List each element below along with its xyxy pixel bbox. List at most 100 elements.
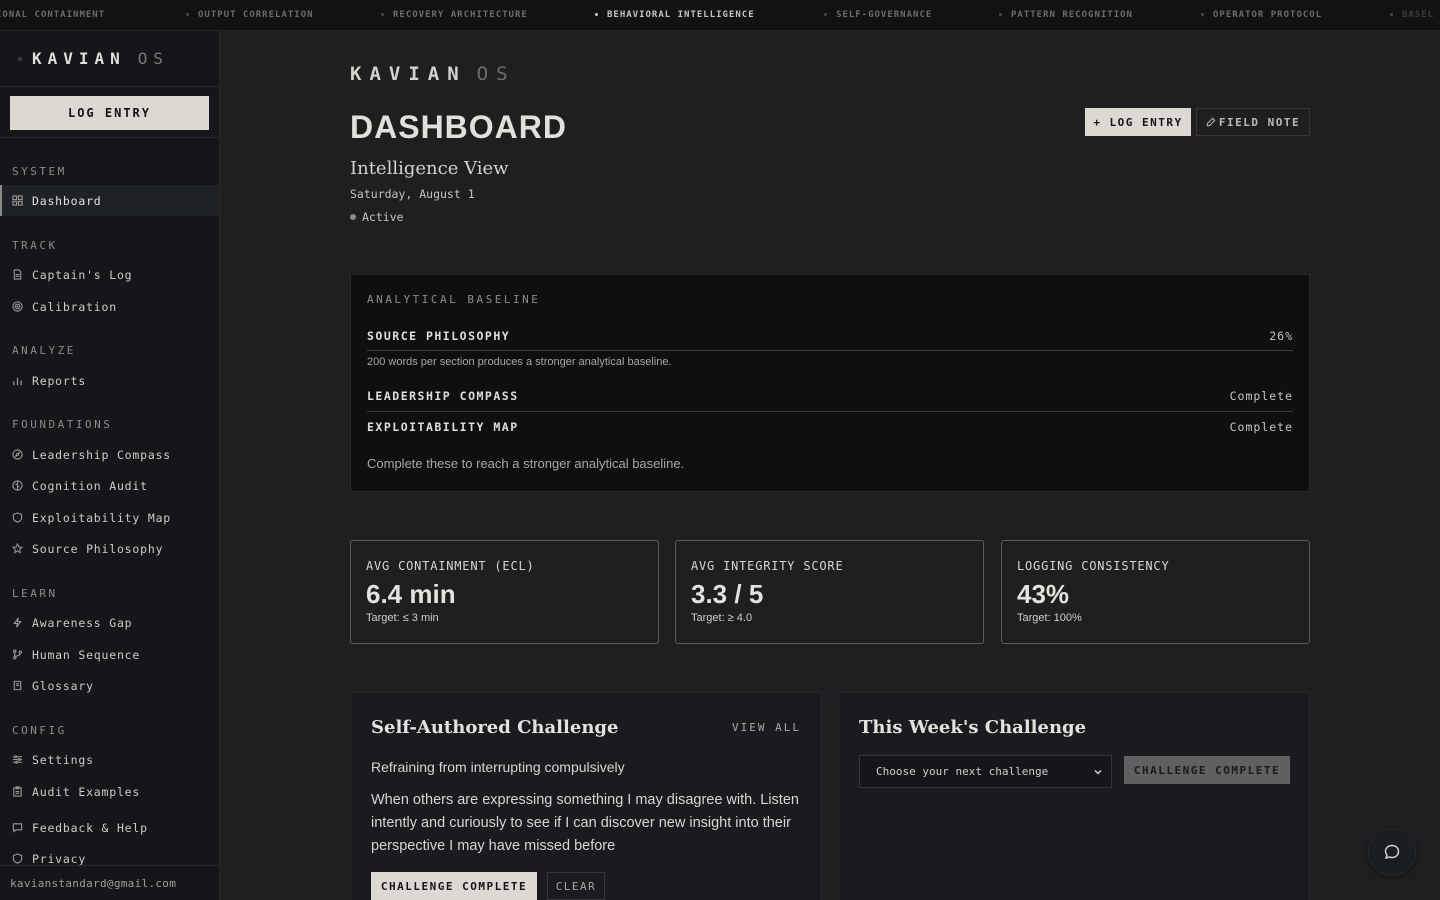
baseline-title: ANALYTICAL BASELINE — [367, 293, 541, 306]
challenge-complete-button[interactable]: CHALLENGE COMPLETE — [371, 872, 537, 900]
sidebar-item-label: Source Philosophy — [32, 541, 164, 556]
stat-label: AVG INTEGRITY SCORE — [691, 559, 844, 573]
sidebar-item-audit-examples[interactable]: Audit Examples — [0, 776, 219, 807]
main-content: KAVIAN OS DASHBOARD Intelligence View Sat… — [220, 31, 1440, 900]
baseline-row-exploitability-map[interactable]: EXPLOITABILITY MAP Complete — [367, 420, 1293, 434]
ticker-dot — [186, 13, 189, 16]
brand-name: KAVIAN — [32, 49, 126, 68]
target-icon — [12, 301, 23, 312]
sidebar-item-label: Audit Examples — [32, 784, 141, 799]
bar-chart-icon — [12, 375, 23, 386]
document-icon — [12, 269, 23, 280]
sidebar: KAVIAN OS LOG ENTRY SYSTEM Dashboard TRA… — [0, 31, 220, 900]
sidebar-brand[interactable]: KAVIAN OS — [0, 31, 219, 87]
section-title-analyze: ANALYZE — [12, 344, 76, 357]
baseline-row-value: Complete — [1229, 420, 1293, 434]
current-date: Saturday, August 1 — [350, 187, 475, 201]
sidebar-item-reports[interactable]: Reports — [0, 365, 219, 396]
shield-icon — [12, 853, 23, 864]
branch-icon — [12, 649, 23, 660]
sidebar-item-label: Settings — [32, 752, 94, 767]
status-dot — [350, 214, 356, 220]
weekly-challenge-card: This Week's Challenge Choose your next c… — [838, 692, 1310, 900]
brand-suffix: OS — [137, 49, 170, 68]
challenge-name: Refraining from interrupting compulsivel… — [371, 759, 625, 775]
section-title-learn: LEARN — [12, 587, 58, 600]
user-email[interactable]: kavianstandard@gmail.com — [0, 865, 219, 900]
stat-value: 3.3 / 5 — [691, 579, 764, 609]
shield-icon — [12, 512, 23, 523]
sidebar-item-label: Exploitability Map — [32, 510, 172, 525]
sidebar-item-label: Glossary — [32, 678, 94, 693]
baseline-row-value: Complete — [1229, 389, 1293, 403]
sidebar-item-cognition-audit[interactable]: Cognition Audit — [0, 470, 219, 501]
clipboard-icon — [12, 786, 23, 797]
sidebar-log-entry-button[interactable]: LOG ENTRY — [10, 96, 209, 130]
challenge-description: When others are expressing something I m… — [371, 792, 799, 854]
sidebar-item-exploitability-map[interactable]: Exploitability Map — [0, 502, 219, 533]
brand-dot — [18, 56, 22, 61]
ticker-dot — [999, 13, 1002, 16]
stat-card-integrity: AVG INTEGRITY SCORE 3.3 / 5 Target: ≥ 4.… — [675, 540, 984, 644]
field-note-button[interactable]: FIELD NOTE — [1196, 108, 1310, 136]
sidebar-item-label: Leadership Compass — [32, 447, 172, 462]
view-all-link[interactable]: VIEW ALL — [732, 721, 801, 734]
stat-card-containment: AVG CONTAINMENT (ECL) 6.4 min Target: ≤ … — [350, 540, 659, 644]
ticker-item[interactable]: SELF-GOVERNANCE — [824, 10, 932, 20]
header-brand-name: KAVIAN — [350, 63, 467, 85]
star-icon — [12, 543, 23, 554]
sidebar-item-source-philosophy[interactable]: Source Philosophy — [0, 533, 219, 564]
sidebar-item-glossary[interactable]: Glossary — [0, 670, 219, 701]
stat-card-consistency: LOGGING CONSISTENCY 43% Target: 100% — [1001, 540, 1310, 644]
challenge-select[interactable]: Choose your next challenge — [859, 755, 1112, 788]
clear-button[interactable]: CLEAR — [547, 872, 605, 900]
ticker-item[interactable]: IONAL CONTAINMENT — [0, 10, 105, 20]
stat-label: AVG CONTAINMENT (ECL) — [366, 559, 535, 573]
weekly-challenge-complete-button[interactable]: CHALLENGE COMPLETE — [1124, 756, 1290, 784]
baseline-row-source-philosophy[interactable]: SOURCE PHILOSOPHY 26% — [367, 329, 1293, 343]
stat-target: Target: ≤ 3 min — [366, 612, 439, 624]
ticker-item[interactable]: BASEL — [1390, 10, 1434, 20]
ticker-dot — [381, 13, 384, 16]
baseline-row-label: EXPLOITABILITY MAP — [367, 420, 519, 434]
sidebar-log-wrap: LOG ENTRY — [0, 87, 219, 138]
sidebar-item-human-sequence[interactable]: Human Sequence — [0, 639, 219, 670]
sidebar-item-dashboard[interactable]: Dashboard — [0, 185, 219, 216]
chat-button[interactable] — [1368, 828, 1416, 876]
stat-label: LOGGING CONSISTENCY — [1017, 559, 1170, 573]
log-entry-button[interactable]: + LOG ENTRY — [1085, 108, 1191, 136]
self-authored-challenge-card: Self-Authored Challenge VIEW ALL Refrain… — [350, 692, 822, 900]
baseline-row-value: 26% — [1269, 329, 1293, 343]
stat-value: 6.4 min — [366, 579, 456, 609]
page-title: DASHBOARD — [350, 109, 567, 145]
ticker-item-active[interactable]: BEHAVIORAL INTELLIGENCE — [595, 10, 755, 20]
stat-value: 43% — [1017, 579, 1070, 609]
ticker-item[interactable]: PATTERN RECOGNITION — [999, 10, 1133, 20]
lightning-icon — [12, 617, 23, 628]
sidebar-item-calibration[interactable]: Calibration — [0, 291, 219, 322]
sidebar-item-awareness-gap[interactable]: Awareness Gap — [0, 607, 219, 638]
sidebar-item-label: Feedback & Help — [32, 820, 148, 835]
ticker-item[interactable]: OPERATOR PROTOCOL — [1201, 10, 1322, 20]
section-title-foundations: FOUNDATIONS — [12, 418, 113, 431]
sidebar-item-captains-log[interactable]: Captain's Log — [0, 259, 219, 290]
baseline-hint: 200 words per section produces a stronge… — [367, 356, 672, 368]
module-ticker: IONAL CONTAINMENT OUTPUT CORRELATION REC… — [0, 0, 1440, 31]
ticker-item[interactable]: OUTPUT CORRELATION — [186, 10, 314, 20]
stat-target: Target: ≥ 4.0 — [691, 612, 753, 624]
sidebar-item-feedback[interactable]: Feedback & Help — [0, 812, 219, 843]
ticker-dot — [1201, 13, 1204, 16]
card-title: Self-Authored Challenge — [371, 717, 619, 738]
section-title-track: TRACK — [12, 239, 58, 252]
baseline-row-label: SOURCE PHILOSOPHY — [367, 329, 511, 343]
message-icon — [12, 822, 23, 833]
ticker-item[interactable]: RECOVERY ARCHITECTURE — [381, 10, 528, 20]
brain-icon — [12, 480, 23, 491]
sidebar-item-label: Calibration — [32, 299, 117, 314]
sliders-icon — [12, 754, 23, 765]
baseline-row-leadership-compass[interactable]: LEADERSHIP COMPASS Complete — [367, 389, 1293, 403]
sidebar-item-settings[interactable]: Settings — [0, 744, 219, 775]
sidebar-item-leadership-compass[interactable]: Leadership Compass — [0, 439, 219, 470]
status-text: Active — [362, 210, 404, 224]
ticker-dot — [824, 13, 827, 16]
